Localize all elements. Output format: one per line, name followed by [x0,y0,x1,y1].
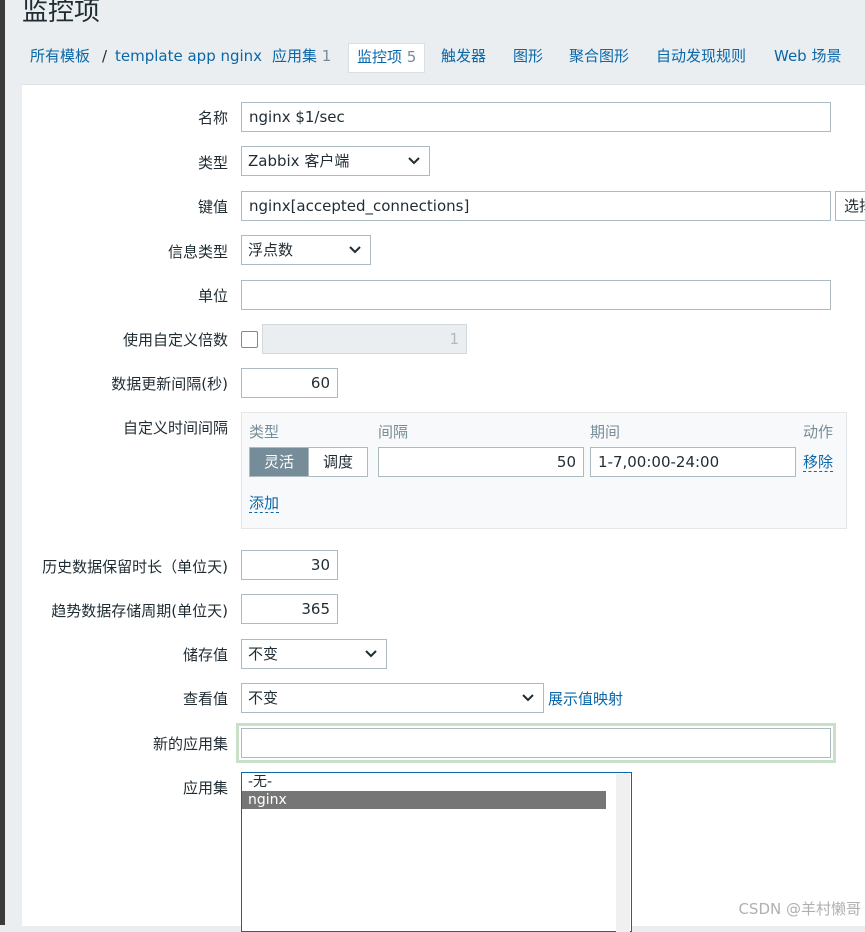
key-input[interactable]: nginx[accepted_connections] [241,191,831,221]
breadcrumb-separator: / [102,47,108,65]
tab-screens[interactable]: 聚合图形 [569,42,629,70]
interval-mode-toggle: 灵活 调度 [249,447,369,477]
breadcrumb-tabs: 所有模板 / template app nginx 应用集 1 监控项 5 触发… [22,42,865,73]
item-form: 名称 nginx $1/sec 类型 Zabbix 客户端 键值 nginx[a… [22,84,865,932]
chevron-down-icon [408,157,420,165]
window-edge [0,0,5,925]
name-input[interactable]: nginx $1/sec [241,102,831,132]
store-value-select[interactable]: 不变 [241,639,387,669]
history-label: 历史数据保留时长（单位天) [42,558,228,576]
breadcrumb-template[interactable]: template app nginx [115,42,262,70]
trends-input[interactable]: 365 [241,594,338,624]
value-type-label: 信息类型 [167,243,228,261]
page-title: 监控项 [22,0,101,27]
multiplier-input: 1 [262,324,467,354]
tab-items-label: 监控项 [357,48,403,66]
watermark: CSDN @羊村懒哥 [738,900,861,918]
application-option-none[interactable]: -无- [242,773,631,791]
multiplier-checkbox[interactable] [241,331,258,348]
application-option-nginx[interactable]: nginx [242,791,606,809]
new-application-focus-ring [236,723,836,763]
units-input[interactable] [241,280,831,310]
show-value-label: 查看值 [182,690,228,708]
history-input[interactable]: 30 [241,550,338,580]
tab-web[interactable]: Web 场景 [774,42,841,70]
tab-applications[interactable]: 应用集 1 [272,42,331,70]
mode-scheduling-button[interactable]: 调度 [308,448,368,476]
key-label: 键值 [197,198,228,216]
chevron-down-icon [365,650,377,658]
type-select[interactable]: Zabbix 客户端 [241,146,430,176]
value-type-select[interactable]: 浮点数 [241,235,371,265]
mode-flexible-button[interactable]: 灵活 [250,448,309,476]
tab-items-count: 5 [406,48,417,66]
tab-items[interactable]: 监控项 5 [348,43,426,73]
show-value-select-value: 不变 [248,689,279,707]
tab-triggers[interactable]: 触发器 [441,42,486,70]
applications-label: 应用集 [182,779,228,797]
new-application-input[interactable] [241,728,831,758]
name-label: 名称 [197,109,228,127]
units-label: 单位 [197,287,228,305]
key-select-button[interactable]: 选择 [835,191,865,221]
interval-label: 数据更新间隔(秒) [111,375,228,393]
chevron-down-icon [522,694,534,702]
chevron-down-icon [349,246,361,254]
value-type-select-value: 浮点数 [248,241,294,259]
tab-applications-count: 1 [321,47,332,65]
remove-interval-link[interactable]: 移除 [803,453,834,472]
show-value-select[interactable]: 不变 [241,683,544,713]
col-action-header: 动作 [803,423,834,441]
flex-interval-input[interactable]: 50 [378,447,584,477]
store-value-label: 储存值 [182,646,228,664]
interval-input[interactable]: 60 [241,368,338,398]
store-value-select-value: 不变 [248,645,279,663]
col-type-header: 类型 [249,423,280,441]
listbox-scrollbar[interactable] [616,774,630,932]
breadcrumb-all-templates[interactable]: 所有模板 [30,42,90,70]
multiplier-label: 使用自定义倍数 [122,331,228,349]
applications-listbox[interactable]: -无- nginx [241,772,632,932]
col-interval-header: 间隔 [378,423,409,441]
value-mapping-link[interactable]: 展示值映射 [548,688,623,709]
col-period-header: 期间 [590,423,621,441]
new-application-label: 新的应用集 [152,735,228,753]
custom-intervals-table: 类型 间隔 期间 动作 灵活 调度 50 1-7,00:00-24:00 移除 … [241,412,847,529]
trends-label: 趋势数据存储周期(单位天) [51,602,228,620]
tab-graphs[interactable]: 图形 [513,42,543,70]
custom-intervals-label: 自定义时间间隔 [122,419,228,437]
add-interval-link[interactable]: 添加 [249,494,280,513]
type-select-value: Zabbix 客户端 [248,152,350,170]
tab-applications-label: 应用集 [272,47,318,65]
type-label: 类型 [197,154,228,172]
flex-period-input[interactable]: 1-7,00:00-24:00 [590,447,796,477]
tab-discovery[interactable]: 自动发现规则 [656,42,746,70]
